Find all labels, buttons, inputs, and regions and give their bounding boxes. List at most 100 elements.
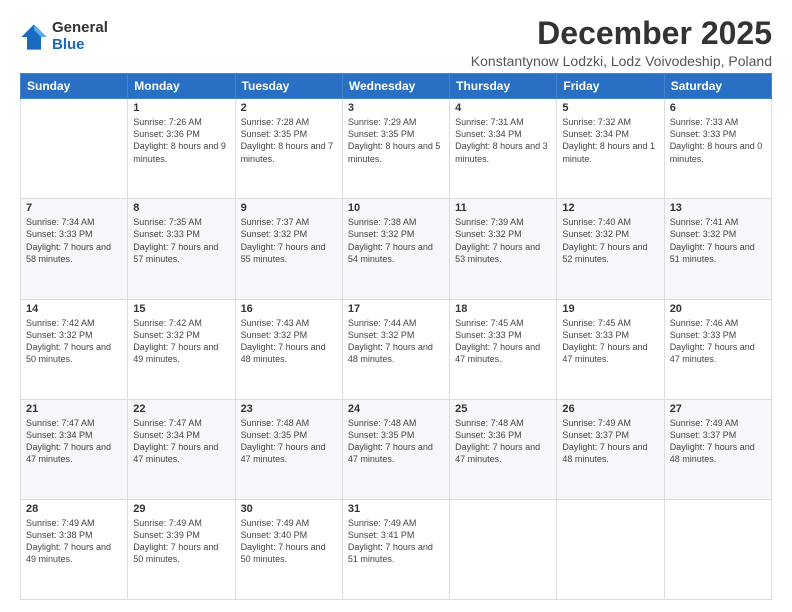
table-row (450, 499, 557, 599)
cell-info: Sunrise: 7:41 AMSunset: 3:32 PMDaylight:… (670, 216, 766, 265)
sunset-text: Sunset: 3:33 PM (455, 329, 551, 341)
sunset-text: Sunset: 3:34 PM (26, 429, 122, 441)
sunrise-text: Sunrise: 7:44 AM (348, 317, 444, 329)
cell-info: Sunrise: 7:45 AMSunset: 3:33 PMDaylight:… (562, 317, 658, 366)
sunset-text: Sunset: 3:34 PM (455, 128, 551, 140)
table-row: 22 Sunrise: 7:47 AMSunset: 3:34 PMDayligh… (128, 399, 235, 499)
sunset-text: Sunset: 3:32 PM (26, 329, 122, 341)
sunrise-text: Sunrise: 7:49 AM (670, 417, 766, 429)
table-row: 8Sunrise: 7:35 AMSunset: 3:33 PMDaylight… (128, 199, 235, 299)
daylight-text: Daylight: 8 hours and 1 minute. (562, 140, 658, 164)
table-row: 25Sunrise: 7:48 AMSunset: 3:36 PMDayligh… (450, 399, 557, 499)
cell-info: Sunrise: 7:43 AMSunset: 3:32 PMDaylight:… (241, 317, 337, 366)
table-row (557, 499, 664, 599)
table-row (21, 99, 128, 199)
cell-info: Sunrise: 7:34 AMSunset: 3:33 PMDaylight:… (26, 216, 122, 265)
table-row: 4Sunrise: 7:31 AMSunset: 3:34 PMDaylight… (450, 99, 557, 199)
daylight-text: Daylight: 8 hours and 5 minutes. (348, 140, 444, 164)
date-number: 16 (241, 303, 337, 315)
calendar-header-row: Sunday Monday Tuesday Wednesday Thursday… (21, 74, 772, 99)
table-row: 13 Sunrise: 7:41 AMSunset: 3:32 PMDayligh… (664, 199, 771, 299)
sunrise-text: Sunrise: 7:49 AM (133, 517, 229, 529)
daylight-text: Daylight: 7 hours and 51 minutes. (348, 541, 444, 565)
daylight-text: Daylight: 7 hours and 51 minutes. (670, 241, 766, 265)
cell-info: Sunrise: 7:32 AMSunset: 3:34 PMDaylight:… (562, 116, 658, 165)
logo-text: General Blue (52, 20, 108, 53)
daylight-text: Daylight: 7 hours and 50 minutes. (133, 541, 229, 565)
daylight-text: Daylight: 7 hours and 48 minutes. (348, 341, 444, 365)
sunrise-text: Sunrise: 7:49 AM (562, 417, 658, 429)
date-number: 7 (26, 202, 122, 214)
sunrise-text: Sunrise: 7:39 AM (455, 216, 551, 228)
sunrise-text: Sunrise: 7:37 AM (241, 216, 337, 228)
daylight-text: Daylight: 7 hours and 47 minutes. (455, 341, 551, 365)
sunset-text: Sunset: 3:33 PM (670, 128, 766, 140)
daylight-text: Daylight: 7 hours and 52 minutes. (562, 241, 658, 265)
daylight-text: Daylight: 7 hours and 49 minutes. (26, 541, 122, 565)
date-number: 29 (133, 503, 229, 515)
sunset-text: Sunset: 3:41 PM (348, 529, 444, 541)
header-saturday: Saturday (664, 74, 771, 99)
cell-info: Sunrise: 7:38 AMSunset: 3:32 PMDaylight:… (348, 216, 444, 265)
table-row: 17Sunrise: 7:44 AMSunset: 3:32 PMDayligh… (342, 299, 449, 399)
header-wednesday: Wednesday (342, 74, 449, 99)
cell-info: Sunrise: 7:49 AMSunset: 3:37 PMDaylight:… (562, 417, 658, 466)
logo-general: General (52, 20, 108, 37)
table-row: 1Sunrise: 7:26 AMSunset: 3:36 PMDaylight… (128, 99, 235, 199)
sunrise-text: Sunrise: 7:47 AM (26, 417, 122, 429)
sunset-text: Sunset: 3:32 PM (670, 228, 766, 240)
table-row (664, 499, 771, 599)
sunset-text: Sunset: 3:38 PM (26, 529, 122, 541)
table-row: 20Sunrise: 7:46 AMSunset: 3:33 PMDayligh… (664, 299, 771, 399)
daylight-text: Daylight: 7 hours and 47 minutes. (562, 341, 658, 365)
sunset-text: Sunset: 3:35 PM (241, 128, 337, 140)
table-row: 31Sunrise: 7:49 AMSunset: 3:41 PMDayligh… (342, 499, 449, 599)
cell-info: Sunrise: 7:39 AMSunset: 3:32 PMDaylight:… (455, 216, 551, 265)
daylight-text: Daylight: 7 hours and 54 minutes. (348, 241, 444, 265)
date-number: 22 (133, 403, 229, 415)
table-row: 11Sunrise: 7:39 AMSunset: 3:32 PMDayligh… (450, 199, 557, 299)
daylight-text: Daylight: 7 hours and 50 minutes. (26, 341, 122, 365)
cell-info: Sunrise: 7:48 AMSunset: 3:35 PMDaylight:… (348, 417, 444, 466)
cell-info: Sunrise: 7:31 AMSunset: 3:34 PMDaylight:… (455, 116, 551, 165)
date-number: 24 (348, 403, 444, 415)
logo-blue: Blue (52, 37, 108, 54)
header-sunday: Sunday (21, 74, 128, 99)
cell-info: Sunrise: 7:47 AMSunset: 3:34 PMDaylight:… (133, 417, 229, 466)
sunrise-text: Sunrise: 7:49 AM (348, 517, 444, 529)
sunset-text: Sunset: 3:37 PM (670, 429, 766, 441)
sunset-text: Sunset: 3:33 PM (670, 329, 766, 341)
table-row: 27Sunrise: 7:49 AMSunset: 3:37 PMDayligh… (664, 399, 771, 499)
sunset-text: Sunset: 3:36 PM (455, 429, 551, 441)
date-number: 23 (241, 403, 337, 415)
sunrise-text: Sunrise: 7:41 AM (670, 216, 766, 228)
sunset-text: Sunset: 3:39 PM (133, 529, 229, 541)
cell-info: Sunrise: 7:29 AMSunset: 3:35 PMDaylight:… (348, 116, 444, 165)
table-row: 16 Sunrise: 7:43 AMSunset: 3:32 PMDayligh… (235, 299, 342, 399)
table-row: 14Sunrise: 7:42 AMSunset: 3:32 PMDayligh… (21, 299, 128, 399)
sunrise-text: Sunrise: 7:45 AM (455, 317, 551, 329)
sunrise-text: Sunrise: 7:47 AM (133, 417, 229, 429)
date-number: 8 (133, 202, 229, 214)
sunrise-text: Sunrise: 7:31 AM (455, 116, 551, 128)
date-number: 6 (670, 102, 766, 114)
table-row: 28Sunrise: 7:49 AMSunset: 3:38 PMDayligh… (21, 499, 128, 599)
date-number: 1 (133, 102, 229, 114)
sunset-text: Sunset: 3:40 PM (241, 529, 337, 541)
table-row: 24 Sunrise: 7:48 AMSunset: 3:35 PMDayligh… (342, 399, 449, 499)
page: General Blue December 2025 Konstantynow … (0, 0, 792, 612)
table-row: 12Sunrise: 7:40 AMSunset: 3:32 PMDayligh… (557, 199, 664, 299)
date-number: 3 (348, 102, 444, 114)
sunset-text: Sunset: 3:32 PM (348, 228, 444, 240)
sunset-text: Sunset: 3:34 PM (562, 128, 658, 140)
cell-info: Sunrise: 7:48 AMSunset: 3:36 PMDaylight:… (455, 417, 551, 466)
date-number: 13 (670, 202, 766, 214)
sunset-text: Sunset: 3:35 PM (348, 429, 444, 441)
title-block: December 2025 Konstantynow Lodzki, Lodz … (471, 16, 772, 69)
date-number: 14 (26, 303, 122, 315)
table-row: 19Sunrise: 7:45 AMSunset: 3:33 PMDayligh… (557, 299, 664, 399)
daylight-text: Daylight: 8 hours and 0 minutes. (670, 140, 766, 164)
header: General Blue December 2025 Konstantynow … (20, 16, 772, 69)
cell-info: Sunrise: 7:49 AMSunset: 3:39 PMDaylight:… (133, 517, 229, 566)
daylight-text: Daylight: 7 hours and 48 minutes. (562, 441, 658, 465)
